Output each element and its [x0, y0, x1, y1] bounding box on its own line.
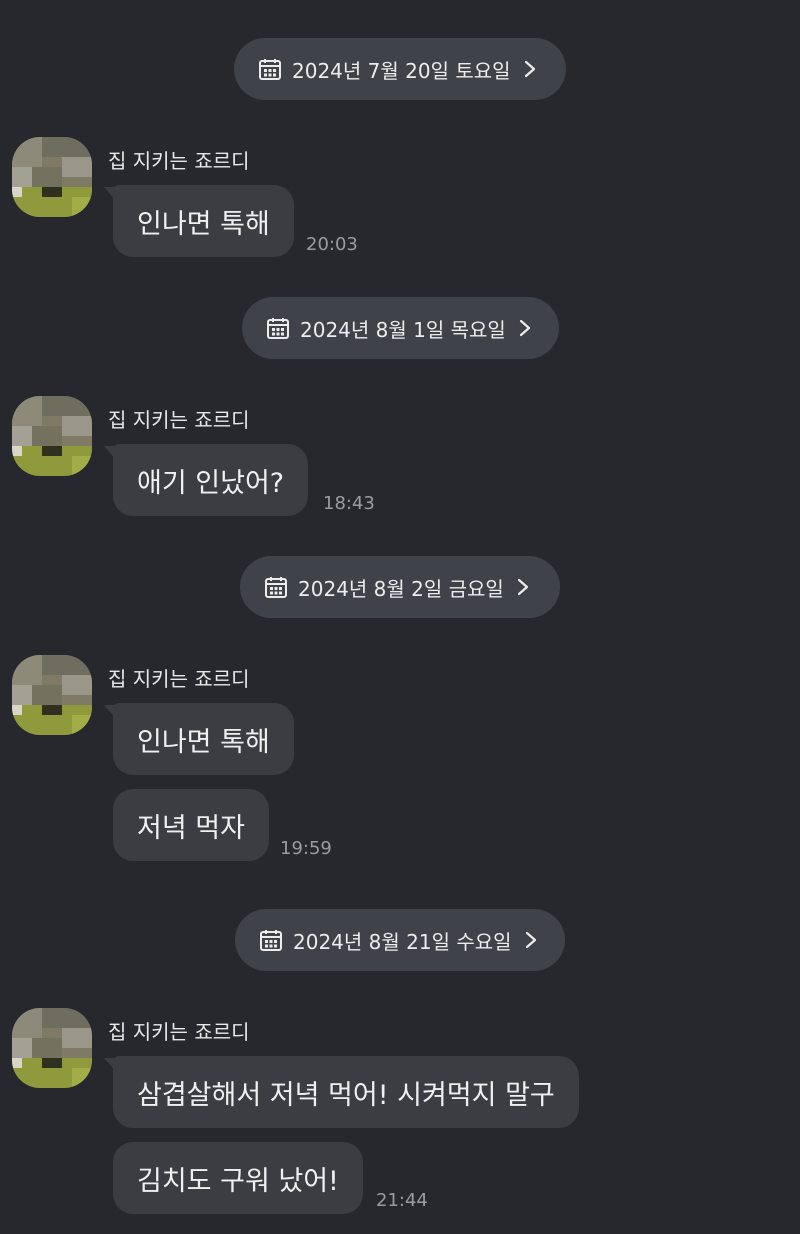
avatar[interactable] — [12, 396, 92, 476]
date-label: 2024년 8월 21일 수요일 — [293, 929, 512, 954]
avatar[interactable] — [12, 1008, 92, 1088]
date-separator[interactable]: 2024년 8월 1일 목요일 — [242, 297, 559, 359]
message-bubble[interactable]: 인나면 톡해 — [113, 185, 294, 257]
message-time: 20:03 — [306, 234, 358, 255]
sender-name: 집 지키는 죠르디 — [108, 408, 250, 432]
calendar-icon — [267, 318, 289, 339]
calendar-icon — [260, 930, 282, 951]
date-separator[interactable]: 2024년 8월 2일 금요일 — [240, 556, 560, 618]
message-bubble[interactable]: 삼겹살해서 저녁 먹어! 시켜먹지 말구 — [113, 1056, 579, 1128]
calendar-icon — [265, 577, 287, 598]
message-bubble[interactable]: 인나면 톡해 — [113, 703, 294, 775]
message-time: 18:43 — [323, 493, 375, 514]
date-label: 2024년 8월 2일 금요일 — [298, 576, 504, 601]
chevron-right-icon — [519, 319, 530, 337]
avatar[interactable] — [12, 137, 92, 217]
message-bubble[interactable]: 저녁 먹자 — [113, 789, 269, 861]
date-separator[interactable]: 2024년 8월 21일 수요일 — [235, 909, 565, 971]
date-label: 2024년 8월 1일 목요일 — [300, 317, 506, 342]
sender-name: 집 지키는 죠르디 — [108, 667, 250, 691]
message-bubble[interactable]: 김치도 구워 났어! — [113, 1142, 363, 1214]
message-time: 21:44 — [376, 1190, 428, 1211]
date-separator[interactable]: 2024년 7월 20일 토요일 — [234, 38, 566, 100]
avatar[interactable] — [12, 655, 92, 735]
chevron-right-icon — [517, 578, 528, 596]
message-text: 인나면 톡해 — [137, 726, 270, 758]
date-label: 2024년 7월 20일 토요일 — [292, 58, 511, 83]
message-text: 저녁 먹자 — [137, 812, 245, 844]
message-text: 김치도 구워 났어! — [137, 1165, 339, 1197]
message-text: 애기 인났어? — [137, 467, 285, 499]
message-time: 19:59 — [280, 838, 332, 859]
sender-name: 집 지키는 죠르디 — [108, 149, 250, 173]
calendar-icon — [259, 59, 281, 80]
message-text: 삼겹살해서 저녁 먹어! 시켜먹지 말구 — [137, 1079, 555, 1111]
message-bubble[interactable]: 애기 인났어? — [113, 444, 309, 516]
chevron-right-icon — [525, 931, 536, 949]
message-text: 인나면 톡해 — [137, 208, 270, 240]
sender-name: 집 지키는 죠르디 — [108, 1020, 250, 1044]
chevron-right-icon — [524, 60, 535, 78]
